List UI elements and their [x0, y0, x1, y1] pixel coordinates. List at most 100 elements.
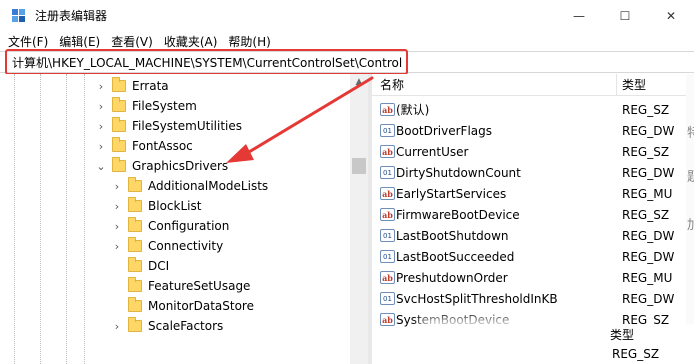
value-name: PreshutdownOrder: [396, 270, 508, 285]
tree-guide-line: [40, 74, 41, 364]
tree-item-connectivity[interactable]: › Connectivity: [112, 236, 223, 256]
value-row[interactable]: 01 SvcHostSplitThresholdInKB REG_DW: [372, 288, 694, 309]
tree-item-featuresetusage[interactable]: FeatureSetUsage: [112, 276, 250, 296]
values-column-header: 名称 类型: [372, 74, 694, 96]
tree-item-blocklist[interactable]: › BlockList: [112, 196, 201, 216]
background-text-fragment: 题: [687, 170, 694, 185]
tree-item-dci[interactable]: DCI: [112, 256, 169, 276]
value-name: EarlyStartServices: [396, 186, 507, 201]
chevron-right-icon[interactable]: ›: [112, 320, 122, 333]
menu-edit[interactable]: 编辑(E): [59, 33, 100, 50]
folder-icon: [112, 117, 126, 132]
chevron-right-icon[interactable]: ›: [112, 180, 122, 193]
tree-guide-line: [84, 74, 85, 364]
tree-item-label: DCI: [148, 259, 170, 273]
chevron-right-icon[interactable]: ›: [112, 220, 122, 233]
binary-value-icon: 01: [380, 250, 395, 263]
value-type: REG_MU: [622, 270, 673, 285]
string-value-icon: ab: [380, 313, 395, 326]
tree-item-monitordatastore[interactable]: MonitorDataStore: [112, 296, 254, 316]
tree-item-label: GraphicsDrivers: [132, 159, 229, 173]
tree-item-label: Connectivity: [148, 239, 224, 253]
value-name: LastBootSucceeded: [396, 249, 515, 264]
value-row[interactable]: ab FirmwareBootDevice REG_SZ: [372, 204, 694, 225]
chevron-right-icon[interactable]: ›: [96, 100, 106, 113]
tree-item-scalefactors[interactable]: › ScaleFactors: [112, 316, 223, 336]
value-name: (默认): [396, 103, 430, 117]
tree-item-label: MonitorDataStore: [148, 299, 254, 313]
scroll-up-arrow-icon[interactable]: ▲: [350, 74, 368, 90]
chevron-down-icon[interactable]: ⌄: [96, 160, 106, 173]
string-value-icon: ab: [380, 271, 395, 284]
chevron-right-icon[interactable]: ›: [112, 200, 122, 213]
value-type: REG_DW: [622, 249, 675, 264]
background-text-fragment: 加: [687, 218, 694, 233]
value-type: REG_MU: [622, 186, 673, 201]
maximize-button[interactable]: ☐: [602, 0, 648, 31]
column-divider[interactable]: [616, 74, 617, 96]
tree-item-filesystem[interactable]: › FileSystem: [96, 96, 197, 116]
blurred-overlay: [420, 318, 610, 364]
value-name: DirtyShutdownCount: [396, 165, 521, 180]
minimize-button[interactable]: —: [556, 0, 602, 31]
tree-item-label: FontAssoc: [132, 139, 193, 153]
tree-item-graphicsdrivers[interactable]: ⌄ GraphicsDrivers: [96, 156, 228, 176]
window-controls: — ☐ ✕: [556, 0, 694, 31]
chevron-right-icon[interactable]: ›: [96, 80, 106, 93]
value-row[interactable]: 01 LastBootSucceeded REG_DW: [372, 246, 694, 267]
tree-item-label: FileSystemUtilities: [132, 119, 242, 133]
key-tree-pane[interactable]: › Errata › FileSystem › FileSystemUtilit…: [0, 74, 368, 364]
overlay-type-label: 类型: [610, 328, 635, 342]
folder-icon: [128, 317, 142, 332]
tree-item-configuration[interactable]: › Configuration: [112, 216, 229, 236]
folder-icon: [128, 297, 142, 312]
string-value-icon: ab: [380, 208, 395, 221]
tree-item-label: FeatureSetUsage: [148, 279, 251, 293]
menu-favorites[interactable]: 收藏夹(A): [164, 33, 218, 50]
value-type: REG_SZ: [622, 207, 670, 222]
menu-help[interactable]: 帮助(H): [228, 33, 270, 50]
value-name: BootDriverFlags: [396, 123, 493, 138]
scrollbar-thumb[interactable]: [352, 158, 366, 174]
chevron-right-icon[interactable]: ›: [96, 120, 106, 133]
chevron-right-icon[interactable]: ›: [96, 140, 106, 153]
tree-scrollbar[interactable]: ▲: [350, 74, 368, 364]
address-highlight-box: [5, 49, 408, 75]
string-value-icon: ab: [380, 145, 395, 158]
value-row[interactable]: ab CurrentUser REG_SZ: [372, 141, 694, 162]
string-value-icon: ab: [380, 103, 395, 116]
value-row[interactable]: 01 LastBootShutdown REG_DW: [372, 225, 694, 246]
value-type: REG_SZ: [622, 102, 670, 117]
value-row[interactable]: 01 BootDriverFlags REG_DW: [372, 120, 694, 141]
value-row[interactable]: ab PreshutdownOrder REG_MU: [372, 267, 694, 288]
folder-icon: [112, 77, 126, 92]
folder-icon: [112, 157, 126, 172]
binary-value-icon: 01: [380, 292, 395, 305]
folder-icon: [112, 137, 126, 152]
value-row[interactable]: ab EarlyStartServices REG_MU: [372, 183, 694, 204]
menu-view[interactable]: 查看(V): [111, 33, 153, 50]
column-header-type[interactable]: 类型: [622, 76, 646, 93]
binary-value-icon: 01: [380, 229, 395, 242]
tree-guide-line: [14, 74, 15, 364]
folder-icon: [128, 197, 142, 212]
tree-item-label: Errata: [132, 79, 169, 93]
tree-item-additionalmodelists[interactable]: › AdditionalModeLists: [112, 176, 268, 196]
value-name: LastBootShutdown: [396, 228, 509, 243]
overlay-type-value: REG_SZ: [612, 347, 660, 361]
value-row[interactable]: ab (默认) REG_SZ: [372, 99, 694, 120]
string-value-icon: ab: [380, 187, 395, 200]
close-button[interactable]: ✕: [648, 0, 694, 31]
tree-item-fontassoc[interactable]: › FontAssoc: [96, 136, 193, 156]
chevron-right-icon[interactable]: ›: [112, 240, 122, 253]
tree-item-errata[interactable]: › Errata: [96, 76, 169, 96]
column-header-name[interactable]: 名称: [380, 76, 404, 93]
tree-item-filesystemutilities[interactable]: › FileSystemUtilities: [96, 116, 242, 136]
value-row[interactable]: 01 DirtyShutdownCount REG_DW: [372, 162, 694, 183]
folder-icon: [128, 217, 142, 232]
menu-file[interactable]: 文件(F): [8, 33, 48, 50]
tree-guide-line: [66, 74, 67, 364]
value-name: CurrentUser: [396, 144, 469, 159]
tree-item-label: ScaleFactors: [148, 319, 224, 333]
value-name: FirmwareBootDevice: [396, 207, 520, 222]
